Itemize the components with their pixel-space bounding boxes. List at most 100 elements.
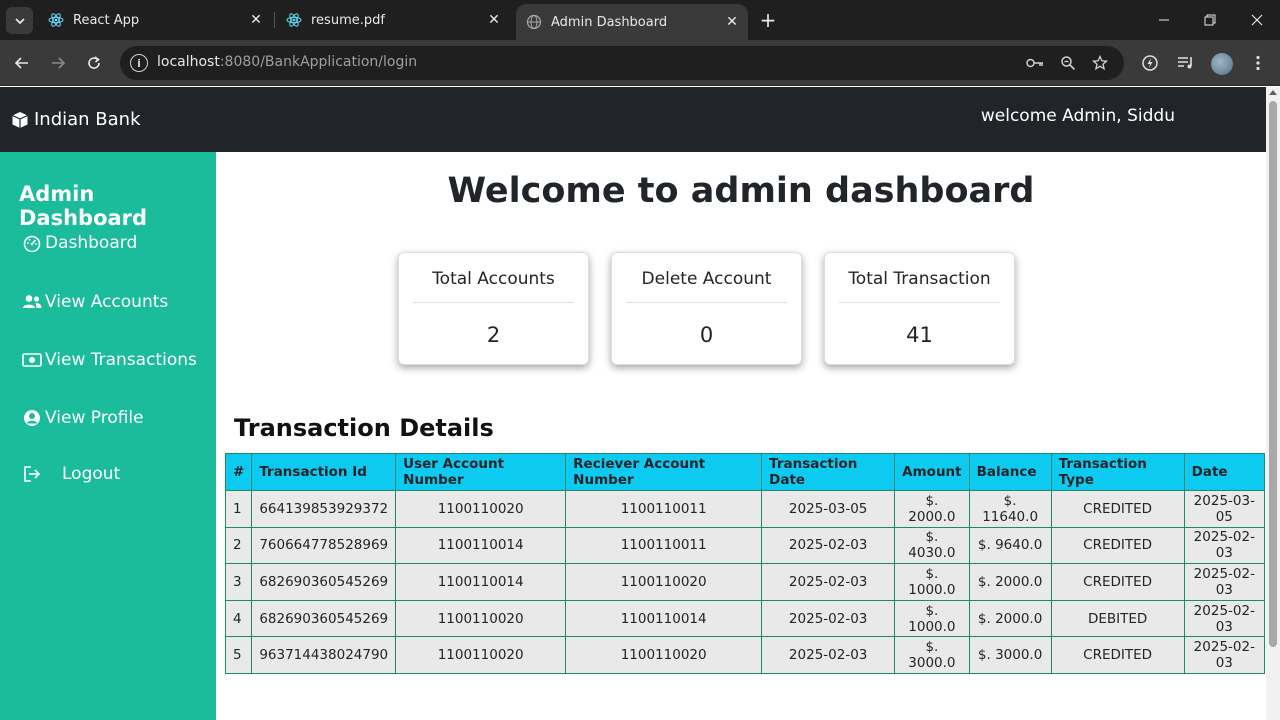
table-cell: CREDITED: [1050, 563, 1185, 601]
window-close-icon[interactable]: [1234, 0, 1280, 40]
card-value: 41: [906, 323, 933, 347]
table-cell: 760664778528969: [251, 526, 397, 565]
table-cell: 2025-02-03: [761, 599, 896, 638]
table-row: 5 963714438024790 1100110020 1100110020 …: [224, 636, 1266, 674]
site-info-icon[interactable]: i: [130, 54, 148, 72]
money-bill-icon: [22, 350, 42, 370]
table-header-row: # Transaction Id User Account Number Rec…: [224, 453, 1266, 491]
sidebar-item-label: View Profile: [45, 408, 144, 428]
card-title: Delete Account: [626, 269, 787, 303]
page-title: Welcome to admin dashboard: [447, 171, 1035, 211]
close-icon[interactable]: ✕: [486, 12, 502, 28]
sidebar-item-view-transactions[interactable]: View Transactions: [22, 350, 197, 370]
column-header: Transaction Type: [1050, 453, 1185, 491]
column-header: Transaction Date: [761, 453, 896, 491]
card-value: 2: [486, 323, 501, 347]
tab-title: React App: [73, 12, 140, 28]
table-cell: 3: [224, 563, 253, 601]
globe-icon: [526, 14, 542, 30]
star-icon[interactable]: [1091, 54, 1109, 72]
table-cell: $. 3000.0: [968, 636, 1052, 674]
table-cell: $. 9640.0: [968, 526, 1052, 565]
tab-admin-dashboard[interactable]: Admin Dashboard ✕: [516, 4, 748, 40]
table-cell: $. 2000.0: [894, 490, 970, 528]
extension-icon[interactable]: [1138, 51, 1162, 75]
sidebar-item-dashboard[interactable]: Dashboard: [22, 233, 137, 253]
user-circle-icon: [22, 408, 42, 428]
page-scrollbar[interactable]: [1266, 87, 1280, 720]
sidebar-item-label: Logout: [62, 464, 121, 484]
column-header: Reciever Account Number: [565, 453, 763, 491]
media-queue-icon[interactable]: [1174, 51, 1198, 75]
reload-icon[interactable]: [80, 49, 108, 77]
column-header: Balance: [968, 453, 1052, 491]
table-cell: 1100110014: [395, 563, 567, 601]
tab-react-app[interactable]: React App ✕: [40, 0, 272, 40]
top-navbar: Indian Bank welcome Admin, Siddu: [0, 87, 1266, 152]
table-cell: $. 2000.0: [968, 563, 1052, 601]
table-cell: 2: [224, 526, 253, 565]
tab-separator: [274, 12, 275, 28]
close-icon[interactable]: ✕: [724, 14, 740, 30]
column-header: #: [224, 453, 253, 491]
users-icon: [22, 292, 42, 312]
profile-avatar[interactable]: [1211, 53, 1233, 75]
sidebar-item-label: Dashboard: [45, 233, 138, 253]
table-cell: 2025-02-03: [1183, 599, 1266, 638]
scroll-up-arrow-icon[interactable]: [1269, 90, 1277, 95]
table-cell: CREDITED: [1050, 636, 1185, 674]
column-header: Date: [1183, 453, 1266, 491]
welcome-text: welcome Admin, Siddu: [980, 106, 1175, 126]
table-cell: $. 4030.0: [894, 526, 970, 565]
sidebar-title: Admin Dashboard: [19, 182, 148, 230]
table-cell: 682690360545269: [251, 563, 397, 601]
table-cell: DEBITED: [1050, 599, 1185, 638]
table-cell: 1100110011: [565, 490, 763, 528]
card-value: 0: [699, 323, 714, 347]
table-cell: 5: [224, 636, 253, 674]
table-cell: CREDITED: [1050, 526, 1185, 565]
table-cell: CREDITED: [1050, 490, 1185, 528]
column-header: Transaction Id: [251, 453, 397, 491]
table-cell: 2025-02-03: [1183, 526, 1266, 565]
react-icon: [48, 12, 64, 28]
table-cell: 1100110014: [395, 526, 567, 565]
table-row: 1 664139853929372 1100110020 1100110011 …: [224, 490, 1266, 528]
table-cell: 1100110020: [565, 636, 763, 674]
table-cell: 1100110020: [395, 636, 567, 674]
page-viewport: Indian Bank welcome Admin, Siddu Admin D…: [0, 87, 1266, 720]
new-tab-plus-icon[interactable]: +: [756, 8, 780, 32]
address-bar[interactable]: i localhost:8080/BankApplication/login: [120, 46, 1124, 80]
zoom-icon[interactable]: [1059, 54, 1077, 72]
browser-tab-bar: React App ✕ resume.pdf ✕ Admin Dashboard…: [0, 0, 1280, 40]
table-cell: 2025-02-03: [761, 526, 896, 565]
close-icon[interactable]: ✕: [248, 12, 264, 28]
tab-resume-pdf[interactable]: resume.pdf ✕: [278, 0, 510, 40]
menu-kebab-icon[interactable]: [1246, 51, 1270, 75]
brand-name: Indian Bank: [34, 109, 141, 130]
table-row: 2 760664778528969 1100110014 1100110011 …: [224, 526, 1266, 565]
forward-arrow-icon[interactable]: [44, 49, 72, 77]
table-cell: 682690360545269: [251, 599, 397, 638]
brand-link[interactable]: Indian Bank: [11, 109, 141, 130]
key-icon[interactable]: [1026, 54, 1044, 72]
table-cell: 2025-03-05: [1183, 490, 1266, 528]
transactions-table: # Transaction Id User Account Number Rec…: [224, 453, 1266, 674]
tab-search-button[interactable]: [6, 7, 33, 34]
sidebar-item-view-profile[interactable]: View Profile: [22, 408, 144, 428]
table-row: 4 682690360545269 1100110020 1100110014 …: [224, 599, 1266, 638]
column-header: Amount: [894, 453, 970, 491]
sidebar-item-view-accounts[interactable]: View Accounts: [22, 292, 168, 312]
react-icon: [286, 12, 302, 28]
table-cell: 963714438024790: [251, 636, 397, 674]
restore-icon[interactable]: [1187, 0, 1233, 40]
sidebar: Admin Dashboard Dashboard View Accounts …: [0, 152, 216, 720]
stat-card-delete-account: Delete Account 0: [611, 252, 802, 365]
table-cell: 1100110020: [565, 563, 763, 601]
sidebar-item-label: View Accounts: [45, 292, 169, 312]
scrollbar-thumb[interactable]: [1269, 101, 1277, 647]
sidebar-item-logout[interactable]: Logout: [22, 464, 120, 484]
back-arrow-icon[interactable]: [8, 49, 36, 77]
stat-card-total-transaction: Total Transaction 41: [824, 252, 1015, 365]
minimize-icon[interactable]: [1141, 0, 1187, 40]
